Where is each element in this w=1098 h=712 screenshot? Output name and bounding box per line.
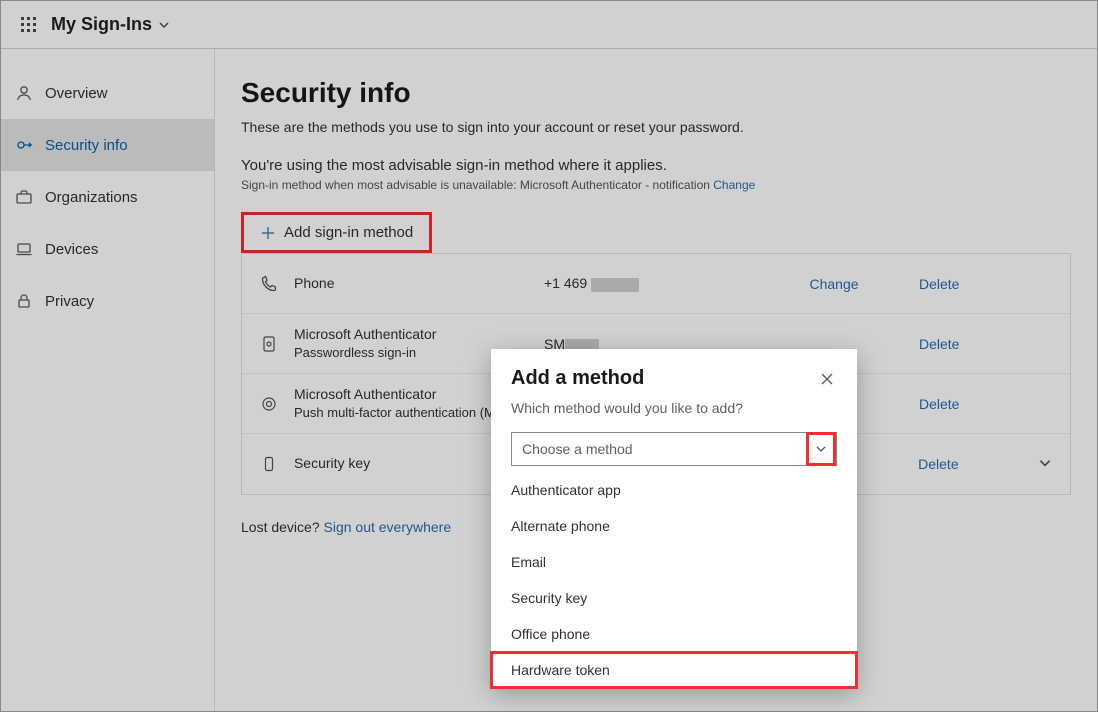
option-hardware-token[interactable]: Hardware token [491,652,857,688]
chevron-down-icon [815,443,827,455]
method-select-row: Choose a method [491,432,857,468]
option-email[interactable]: Email [491,544,857,580]
select-chevron-button[interactable] [806,432,836,466]
option-alternate-phone[interactable]: Alternate phone [491,508,857,544]
modal-title: Add a method [511,367,644,390]
option-authenticator-app[interactable]: Authenticator app [491,472,857,508]
method-select[interactable]: Choose a method [511,432,837,466]
select-placeholder: Choose a method [522,441,633,457]
option-office-phone[interactable]: Office phone [491,616,857,652]
modal-header: Add a method [491,349,857,400]
option-security-key[interactable]: Security key [491,580,857,616]
modal-subtitle: Which method would you like to add? [491,400,857,432]
method-options-list: Authenticator app Alternate phone Email … [491,468,857,688]
add-method-modal: Add a method Which method would you like… [491,349,857,688]
page-root: My Sign-Ins Overview Security info Organ… [0,0,1098,712]
close-icon [820,372,834,386]
close-button[interactable] [817,369,837,389]
